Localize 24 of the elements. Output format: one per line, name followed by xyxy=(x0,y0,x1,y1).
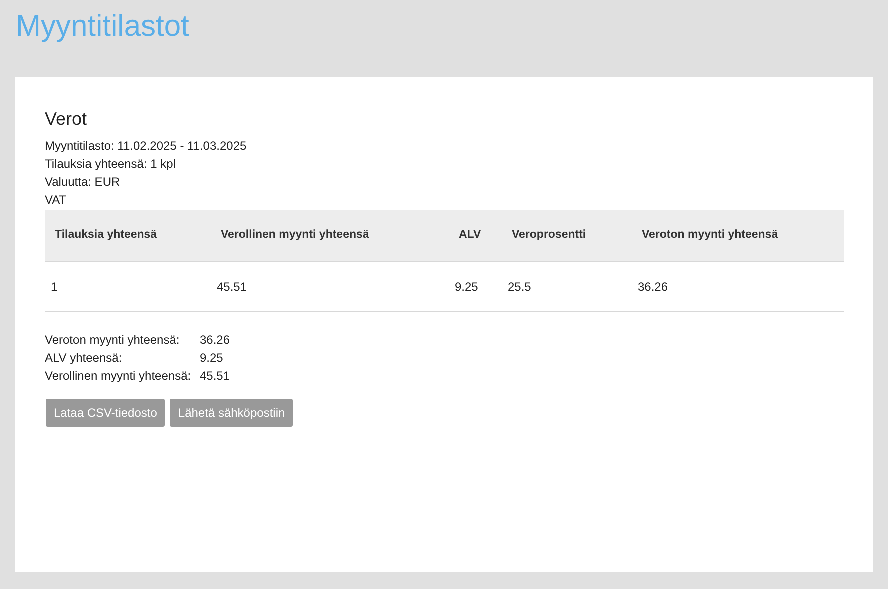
page-title: Myyntitilastot xyxy=(16,12,190,42)
table-cell-text: 25.5 xyxy=(507,278,532,296)
table-cell-text: 45.51 xyxy=(216,278,248,296)
column-header: Veroprosentti xyxy=(511,228,588,243)
info-line: VAT xyxy=(45,192,67,209)
total-label: Verollinen myynti yhteensä: xyxy=(45,368,192,385)
column-header: Veroton myynti yhteensä xyxy=(641,228,780,243)
total-label: ALV yhteensä: xyxy=(45,350,124,367)
table-cell-text: 36.26 xyxy=(637,278,670,296)
action-button[interactable]: Lataa CSV-tiedosto xyxy=(46,399,166,427)
table-cell-text: 1 xyxy=(50,278,59,296)
section-title: Verot xyxy=(45,110,88,128)
total-value: 9.25 xyxy=(200,350,224,367)
info-line: Valuutta: EUR xyxy=(45,174,120,191)
column-header: Tilauksia yhteensä xyxy=(54,228,158,243)
column-header: Verollinen myynti yhteensä xyxy=(220,228,370,243)
action-button[interactable]: Lähetä sähköpostiin xyxy=(170,399,294,427)
info-line: Tilauksia yhteensä: 1 kpl xyxy=(45,156,176,173)
info-line: Myyntitilasto: 11.02.2025 - 11.03.2025 xyxy=(45,138,247,155)
column-header: ALV xyxy=(458,228,482,243)
total-label: Veroton myynti yhteensä: xyxy=(45,332,181,349)
total-value: 36.26 xyxy=(200,332,230,349)
table-cell-text: 9.25 xyxy=(454,278,480,296)
total-value: 45.51 xyxy=(200,368,230,385)
